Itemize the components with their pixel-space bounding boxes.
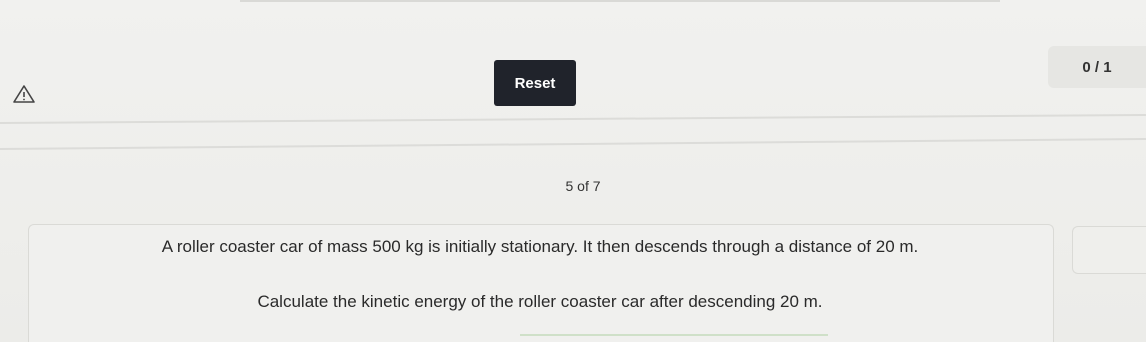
warning-triangle-icon[interactable]: [12, 84, 36, 104]
section-divider: [0, 137, 1146, 150]
question-progress: 5 of 7: [565, 178, 601, 194]
quiz-page: Reset 0 / 1 5 of 7 A roller coaster car …: [0, 0, 1146, 342]
answer-area-edge[interactable]: [520, 334, 828, 342]
score-text: 0 / 1: [1082, 58, 1112, 76]
score-badge: 0 / 1: [1048, 46, 1146, 88]
side-panel-tab[interactable]: [1072, 226, 1146, 274]
section-divider: [0, 113, 1146, 124]
top-divider: [240, 0, 1000, 2]
reset-button[interactable]: Reset: [494, 60, 576, 106]
question-text: A roller coaster car of mass 500 kg is i…: [161, 237, 919, 256]
question-prompt: Calculate the kinetic energy of the roll…: [257, 292, 823, 311]
